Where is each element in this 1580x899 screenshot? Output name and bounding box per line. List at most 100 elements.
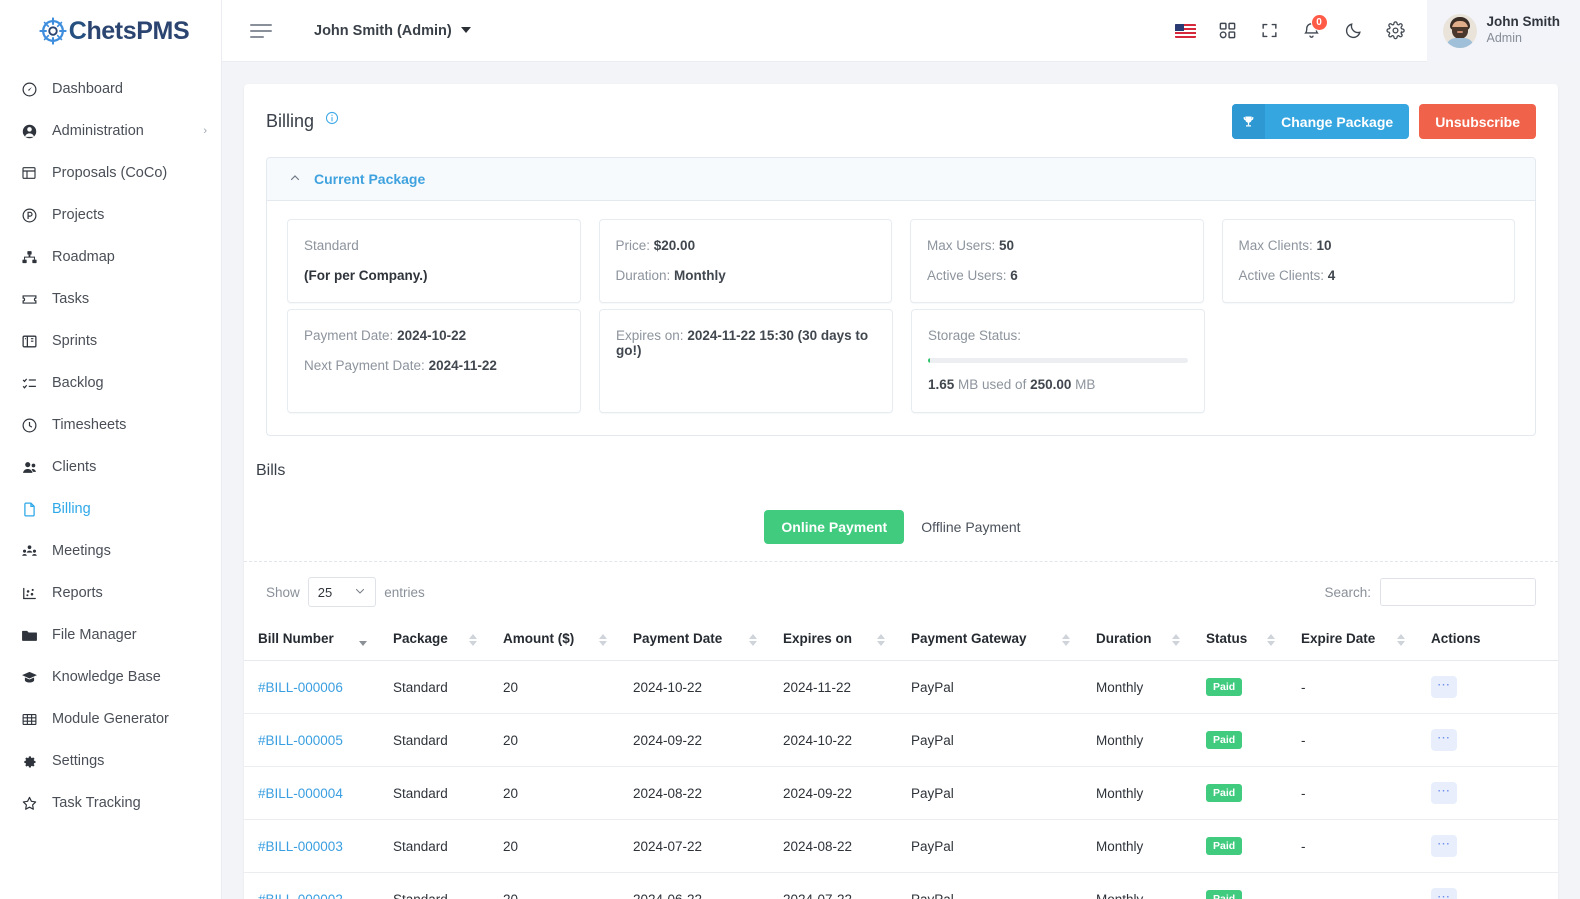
col-package[interactable]: Package [379, 619, 489, 661]
sidebar-item-tasks[interactable]: Tasks [0, 278, 221, 320]
table-row: #BILL-000002 Standard 20 2024-06-22 2024-07-… [244, 872, 1558, 899]
apps-grid-icon[interactable] [1207, 10, 1249, 52]
cell-expires-on: 2024-08-22 [769, 819, 897, 873]
status-badge: Paid [1206, 731, 1243, 749]
notifications-button[interactable]: 0 [1291, 10, 1333, 52]
row-actions-button[interactable]: ⋯ [1431, 676, 1457, 698]
bill-number-link[interactable]: #BILL-000005 [258, 733, 343, 748]
col-bill-number[interactable]: Bill Number [244, 619, 379, 661]
sidebar-item-sprints[interactable]: Sprints [0, 320, 221, 362]
cell-expires-on: 2024-11-22 [769, 660, 897, 714]
cell-actions: ⋯ [1417, 660, 1558, 714]
sidebar-item-label: Knowledge Base [52, 669, 161, 685]
brand-logo[interactable]: ChetsPMS [0, 0, 221, 62]
page-size-value: 25 [317, 584, 333, 600]
change-package-button[interactable]: Change Package [1232, 104, 1410, 139]
sidebar-item-timesheets[interactable]: Timesheets [0, 404, 221, 446]
sidebar-item-module-generator[interactable]: Module Generator [0, 698, 221, 740]
row-actions-button[interactable]: ⋯ [1431, 729, 1457, 751]
hamburger-icon[interactable] [250, 20, 272, 42]
fullscreen-icon[interactable] [1249, 10, 1291, 52]
row-actions-button[interactable]: ⋯ [1431, 782, 1457, 804]
sidebar-item-clients[interactable]: Clients [0, 446, 221, 488]
sidebar-item-label: Task Tracking [52, 795, 141, 811]
col-amount[interactable]: Amount ($) [489, 619, 619, 661]
user-switcher[interactable]: John Smith (Admin) [314, 23, 471, 39]
sort-icon [1172, 633, 1180, 646]
row-actions-button[interactable]: ⋯ [1431, 835, 1457, 857]
sidebar-item-roadmap[interactable]: Roadmap [0, 236, 221, 278]
max-users-label: Max Users: [927, 238, 996, 253]
sidebar-item-meetings[interactable]: Meetings [0, 530, 221, 572]
storage-used-unit: MB used of [954, 377, 1031, 392]
row-actions-button[interactable]: ⋯ [1431, 888, 1457, 899]
show-label: Show [266, 584, 300, 600]
users-icon [18, 456, 40, 478]
search-label: Search: [1324, 584, 1371, 600]
unsubscribe-button[interactable]: Unsubscribe [1419, 104, 1536, 139]
language-selector[interactable] [1165, 10, 1207, 52]
notification-badge: 0 [1310, 13, 1328, 31]
sidebar-item-proposals[interactable]: Proposals (CoCo) [0, 152, 221, 194]
sidebar-item-settings[interactable]: Settings [0, 740, 221, 782]
col-payment-date[interactable]: Payment Date [619, 619, 769, 661]
search-input[interactable] [1380, 578, 1536, 606]
cell-amount: 20 [489, 713, 619, 767]
profile-menu[interactable]: John Smith Admin [1426, 0, 1580, 62]
sidebar-item-file-manager[interactable]: File Manager [0, 614, 221, 656]
sidebar-item-label: Timesheets [52, 417, 127, 433]
file-icon [18, 498, 40, 520]
sidebar-item-label: Meetings [52, 543, 111, 559]
sidebar-item-label: File Manager [52, 627, 137, 643]
cell-actions: ⋯ [1417, 766, 1558, 820]
compass-gear-icon [38, 16, 68, 46]
sidebar-item-task-tracking[interactable]: Task Tracking [0, 782, 221, 824]
tab-online-payment[interactable]: Online Payment [764, 510, 905, 544]
sidebar-item-administration[interactable]: Administration › [0, 110, 221, 152]
col-status[interactable]: Status [1192, 619, 1287, 661]
user-switcher-label: John Smith (Admin) [314, 22, 452, 39]
sidebar-item-dashboard[interactable]: Dashboard [0, 68, 221, 110]
cell-actions: ⋯ [1417, 872, 1558, 899]
folder-icon [18, 624, 40, 646]
next-payment-label: Next Payment Date: [304, 358, 425, 373]
sidebar-item-knowledge-base[interactable]: Knowledge Base [0, 656, 221, 698]
bill-number-link[interactable]: #BILL-000006 [258, 680, 343, 695]
page-size-select[interactable]: 25 [307, 577, 377, 607]
duration-value: Monthly [674, 268, 726, 283]
settings-gear-icon[interactable] [1375, 10, 1417, 52]
profile-name: John Smith [1486, 14, 1561, 30]
sidebar-item-reports[interactable]: Reports [0, 572, 221, 614]
cell-package: Standard [379, 819, 489, 873]
cell-bill-number: #BILL-000006 [244, 660, 379, 714]
active-users-label: Active Users: [927, 268, 1007, 283]
bill-number-link[interactable]: #BILL-000004 [258, 786, 343, 801]
us-flag-icon [1175, 23, 1196, 38]
bills-section-title: Bills [256, 462, 286, 479]
col-payment-gateway[interactable]: Payment Gateway [897, 619, 1082, 661]
col-expire-date[interactable]: Expire Date [1287, 619, 1417, 661]
topbar: John Smith (Admin) 0 John Smith Admin [222, 0, 1580, 62]
payment-date-label: Payment Date: [304, 328, 394, 343]
package-cards-row-1: Standard (For per Company.) Price: $20.0… [267, 201, 1535, 309]
tab-offline-payment[interactable]: Offline Payment [904, 510, 1037, 544]
current-package-header[interactable]: Current Package [267, 158, 1535, 201]
package-spacer [1223, 309, 1515, 413]
sidebar-item-backlog[interactable]: Backlog [0, 362, 221, 404]
entries-label: entries [384, 584, 425, 600]
col-duration[interactable]: Duration [1082, 619, 1192, 661]
clock-icon [18, 414, 40, 436]
cell-package: Standard [379, 660, 489, 714]
moon-icon[interactable] [1333, 10, 1375, 52]
bill-number-link[interactable]: #BILL-000003 [258, 839, 343, 854]
col-expires-on[interactable]: Expires on [769, 619, 897, 661]
sidebar-item-projects[interactable]: Projects [0, 194, 221, 236]
sidebar-item-billing[interactable]: Billing [0, 488, 221, 530]
duration-label: Duration: [615, 268, 671, 283]
info-circle-icon[interactable] [325, 111, 339, 130]
bill-number-link[interactable]: #BILL-000002 [258, 892, 343, 899]
cell-actions: ⋯ [1417, 713, 1558, 767]
brand-name: ChetsPMS [69, 18, 190, 44]
max-users-value: 50 [999, 238, 1015, 253]
active-clients-label: Active Clients: [1238, 268, 1325, 283]
